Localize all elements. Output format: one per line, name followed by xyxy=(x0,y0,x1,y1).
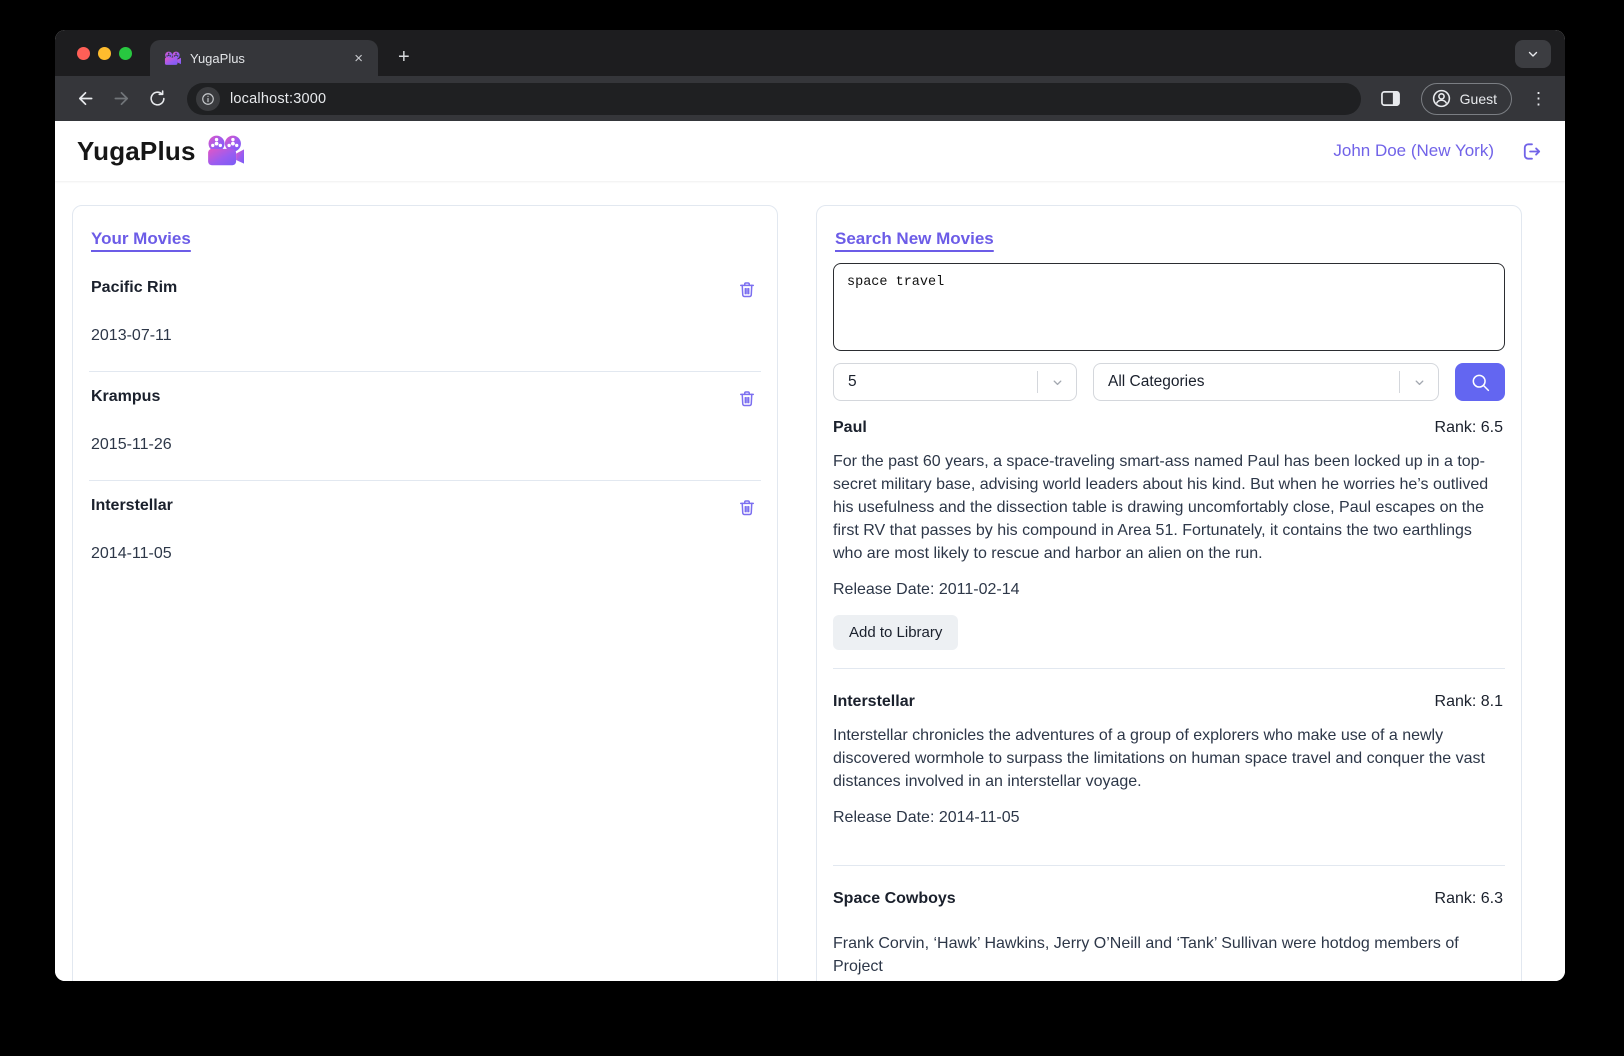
chevron-down-icon xyxy=(1400,376,1438,389)
new-tab-button[interactable]: + xyxy=(392,46,416,69)
max-results-select[interactable]: 5 xyxy=(833,363,1077,401)
library-movie-item: Pacific Rim 2013-07-11 xyxy=(89,263,761,372)
movie-camera-icon xyxy=(206,135,244,167)
search-panel: Search New Movies space travel 5 All Cat… xyxy=(816,205,1522,981)
zoom-window-button[interactable] xyxy=(119,46,132,60)
tab-title: YugaPlus xyxy=(190,50,245,66)
category-select[interactable]: All Categories xyxy=(1093,363,1439,401)
search-result: Interstellar Rank: 8.1 Interstellar chro… xyxy=(833,669,1505,866)
browser-menu-icon[interactable]: ⋮ xyxy=(1526,89,1551,109)
result-title: Interstellar xyxy=(833,693,915,710)
tab-strip: YugaPlus × + xyxy=(55,30,1565,76)
app-title: YugaPlus xyxy=(77,135,196,166)
minimize-window-button[interactable] xyxy=(98,46,111,60)
movie-date: 2014-11-05 xyxy=(91,545,172,562)
result-description: Frank Corvin, ‘Hawk’ Hawkins, Jerry O’Ne… xyxy=(833,935,1459,975)
address-bar[interactable]: localhost:3000 xyxy=(187,82,1361,115)
add-to-library-button[interactable]: Add to Library xyxy=(833,615,959,650)
library-movie-item: Krampus 2015-11-26 xyxy=(89,372,761,481)
search-result: Space Cowboys Rank: 6.3 Frank Corvin, ‘H… xyxy=(833,866,1505,978)
side-panel-icon[interactable] xyxy=(1375,83,1407,115)
result-release-date: Release Date: 2014-11-05 xyxy=(833,809,1020,826)
app-header: YugaPlus John Doe (New York) xyxy=(55,121,1565,181)
delete-movie-button[interactable] xyxy=(735,497,759,518)
result-description: For the past 60 years, a space-traveling… xyxy=(833,453,1489,562)
search-query-input[interactable]: space travel xyxy=(833,263,1505,351)
result-rank: Rank: 8.1 xyxy=(1434,693,1503,710)
reload-icon[interactable] xyxy=(141,83,173,115)
movie-title: Interstellar xyxy=(91,497,173,514)
main-content: Your Movies Pacific Rim 2013-07-11 Kramp… xyxy=(55,181,1565,981)
user-profile-link[interactable]: John Doe (New York) xyxy=(1333,141,1494,161)
result-release-date: Release Date: 2011-02-14 xyxy=(833,581,1020,598)
search-button[interactable] xyxy=(1455,363,1505,401)
close-window-button[interactable] xyxy=(77,46,90,60)
tab-close-icon[interactable]: × xyxy=(349,49,368,68)
url-text: localhost:3000 xyxy=(230,90,327,107)
movie-title: Krampus xyxy=(91,388,161,405)
result-rank: Rank: 6.5 xyxy=(1434,419,1503,436)
result-rank: Rank: 6.3 xyxy=(1434,890,1503,907)
logout-icon[interactable] xyxy=(1520,140,1543,163)
window-controls xyxy=(55,30,150,76)
movie-date: 2013-07-11 xyxy=(91,327,172,344)
result-description: Interstellar chronicles the adventures o… xyxy=(833,727,1485,790)
result-title: Space Cowboys xyxy=(833,890,956,907)
movie-date: 2015-11-26 xyxy=(91,436,172,453)
search-title: Search New Movies xyxy=(835,229,994,248)
profile-label: Guest xyxy=(1459,90,1497,107)
tab-search-chevron-icon[interactable] xyxy=(1515,40,1551,68)
search-result: Paul Rank: 6.5 For the past 60 years, a … xyxy=(833,401,1505,669)
delete-movie-button[interactable] xyxy=(735,279,759,300)
browser-toolbar: localhost:3000 Guest ⋮ xyxy=(55,76,1565,121)
max-results-value: 5 xyxy=(848,373,857,390)
back-icon[interactable] xyxy=(69,83,101,115)
browser-window: YugaPlus × + localhost:3000 Guest ⋮ Yuga… xyxy=(55,30,1565,981)
delete-movie-button[interactable] xyxy=(735,388,759,409)
forward-icon[interactable] xyxy=(105,83,137,115)
magnifier-icon xyxy=(1470,372,1491,393)
browser-tab[interactable]: YugaPlus × xyxy=(150,40,378,76)
search-controls: 5 All Categories xyxy=(833,363,1505,401)
your-movies-panel: Your Movies Pacific Rim 2013-07-11 Kramp… xyxy=(72,205,778,981)
library-movie-item: Interstellar 2014-11-05 xyxy=(89,481,761,589)
result-title: Paul xyxy=(833,419,867,436)
favicon-movie-camera-icon xyxy=(164,51,181,66)
your-movies-title: Your Movies xyxy=(91,229,191,248)
site-info-icon[interactable] xyxy=(196,86,220,111)
chevron-down-icon xyxy=(1038,376,1076,389)
profile-button[interactable]: Guest xyxy=(1420,82,1512,115)
category-value: All Categories xyxy=(1108,373,1205,390)
movie-title: Pacific Rim xyxy=(91,279,178,296)
avatar-icon xyxy=(1431,88,1452,109)
